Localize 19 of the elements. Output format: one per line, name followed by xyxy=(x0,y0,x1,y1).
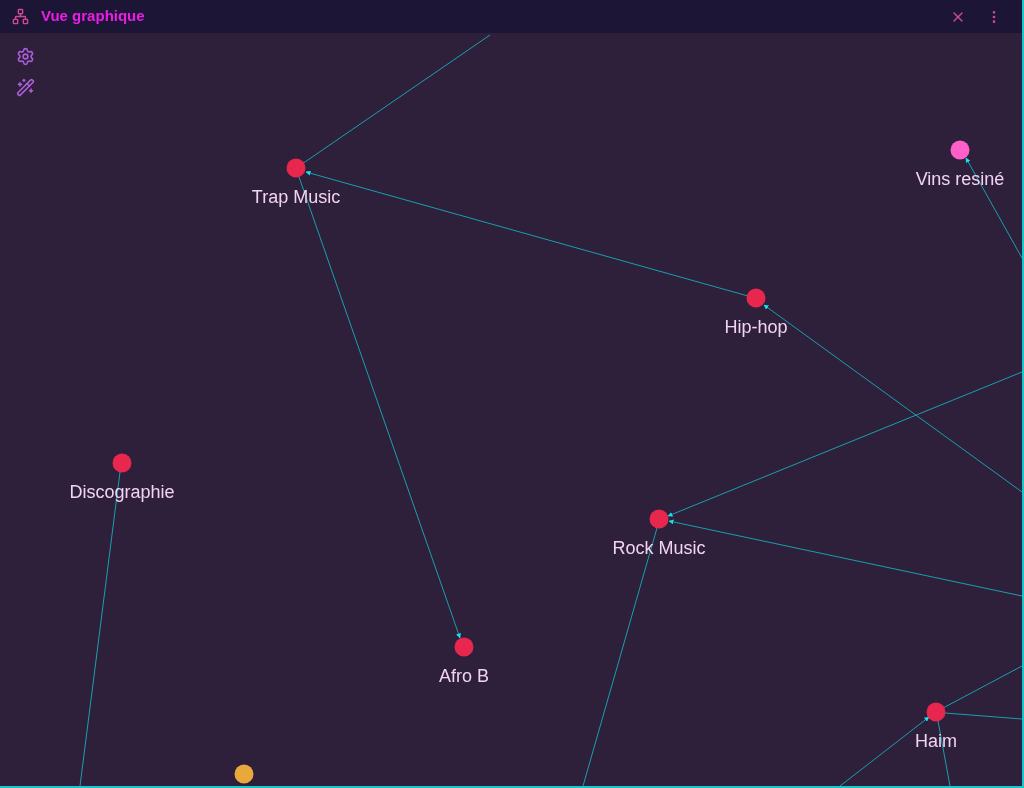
settings-icon[interactable] xyxy=(16,47,35,66)
node-label: Vins resiné xyxy=(915,169,1005,189)
graph-node[interactable] xyxy=(950,140,970,160)
graph-node[interactable] xyxy=(286,158,306,178)
graph-node[interactable] xyxy=(454,637,474,657)
node-label: Rock Music xyxy=(612,538,706,558)
graph-node[interactable] xyxy=(649,509,669,529)
node-label: Trap Music xyxy=(251,187,341,207)
graph-node[interactable] xyxy=(746,288,766,308)
graph-icon xyxy=(12,8,29,25)
node-label: Afro B xyxy=(439,666,489,686)
node-label: Haim xyxy=(915,731,957,751)
graph-node[interactable] xyxy=(234,764,254,784)
graph-node[interactable] xyxy=(112,453,132,473)
node-label: Discographie xyxy=(69,482,175,502)
window-title: Vue graphique xyxy=(41,6,145,27)
graph-node[interactable] xyxy=(926,702,946,722)
magic-wand-icon[interactable] xyxy=(16,78,35,97)
node-label: Hip-hop xyxy=(724,317,788,337)
